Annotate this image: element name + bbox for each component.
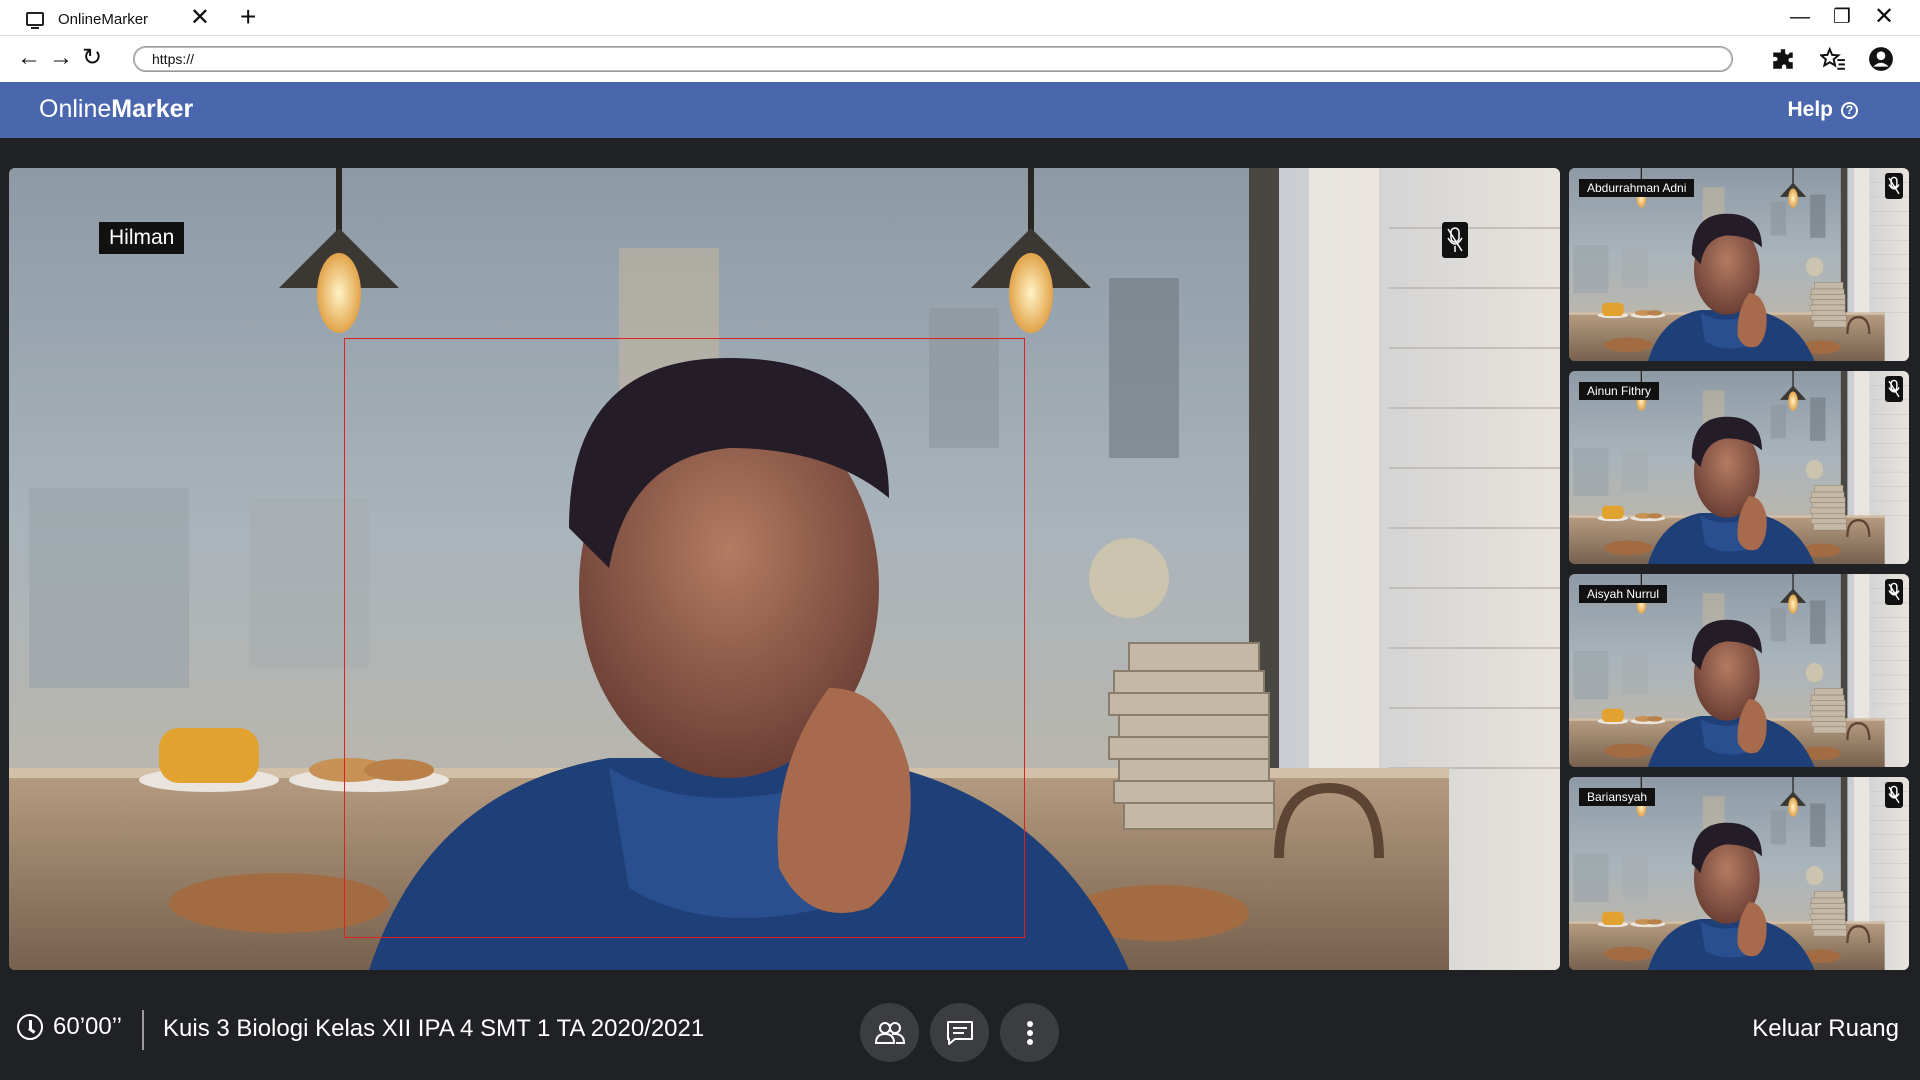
quiz-title: Kuis 3 Biologi Kelas XII IPA 4 SMT 1 TA … [163,1015,705,1042]
participant-name: Bariansyah [1579,788,1656,806]
main-video: Hilman [9,168,1560,970]
participant-name: Abdurrahman Adni [1579,179,1695,197]
help-label: Help [1787,98,1833,121]
browser-toolbar: ← → ↻ https:// [0,36,1920,82]
minimize-icon[interactable]: — [1790,4,1810,30]
mic-muted-icon [1442,222,1468,258]
forward-icon[interactable]: → [49,44,73,72]
face-detection-box [344,338,1025,938]
question-icon: ? [1841,101,1858,119]
participant-tile[interactable]: Abdurrahman Adni [1569,168,1909,361]
browser-tab[interactable]: OnlineMarker ✕ [10,2,222,36]
clock-icon [17,1014,43,1040]
participants-button[interactable] [860,1003,919,1062]
profile-icon[interactable] [1868,46,1894,72]
monitor-icon [26,12,44,29]
mic-muted-icon [1885,579,1903,605]
participants-icon [874,1021,905,1044]
chat-icon [946,1020,973,1045]
brand-bold: Marker [111,95,194,123]
bookmarks-star-icon[interactable] [1820,46,1846,72]
mic-muted-icon [1885,173,1903,199]
leave-room-button[interactable]: Keluar Ruang [1752,1015,1899,1043]
back-icon[interactable]: ← [17,44,41,72]
chat-button[interactable] [930,1003,989,1062]
participant-name: Aisyah Nurrul [1579,585,1668,603]
reload-icon[interactable]: ↻ [82,44,102,72]
restore-icon[interactable]: ❐ [1833,4,1851,30]
browser-tab-strip: OnlineMarker ✕ + — ❐ ✕ [0,0,1920,36]
brand-light: Online [39,95,112,123]
divider [142,1010,144,1050]
tab-title: OnlineMarker [58,10,149,28]
extensions-icon[interactable] [1770,46,1796,72]
participant-tile[interactable]: Ainun Fithry [1569,371,1909,564]
participant-tile[interactable]: Bariansyah [1569,777,1909,970]
address-bar[interactable]: https:// [133,46,1733,72]
mic-muted-icon [1885,782,1903,808]
help-button[interactable]: Help ? [1787,98,1858,122]
timer: 60’00’’ [17,1013,122,1041]
close-tab-icon[interactable]: ✕ [190,6,210,30]
more-icon [1026,1020,1033,1045]
app-logo[interactable]: OnlineMarker [39,95,193,124]
main-participant-name: Hilman [99,222,185,254]
participant-tile[interactable]: Aisyah Nurrul [1569,574,1909,767]
more-options-button[interactable] [1000,1003,1059,1062]
participant-name: Ainun Fithry [1579,382,1660,400]
meeting-controls-bar: 60’00’’ Kuis 3 Biologi Kelas XII IPA 4 S… [0,978,1920,1080]
app-header: OnlineMarker Help ? [0,82,1920,138]
new-tab-icon[interactable]: + [240,2,256,32]
mic-muted-icon [1885,376,1903,402]
timer-value: 60’00’’ [53,1013,122,1040]
close-window-icon[interactable]: ✕ [1874,4,1894,30]
